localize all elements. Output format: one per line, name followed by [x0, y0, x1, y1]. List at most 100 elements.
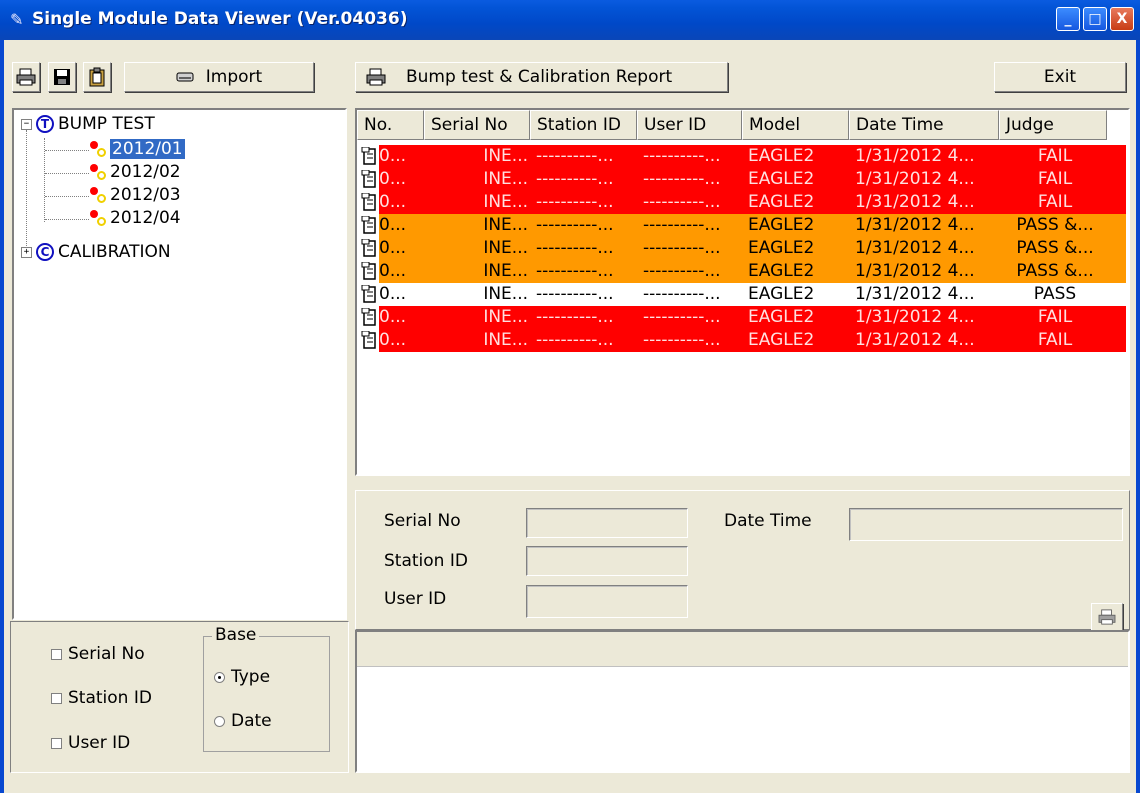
serial-checkbox[interactable]	[51, 648, 62, 660]
document-icon	[361, 147, 376, 165]
cell-model: EAGLE2	[748, 146, 815, 166]
filter-station[interactable]: Station ID	[51, 688, 152, 708]
cell-judge: FAIL	[1037, 330, 1073, 350]
import-label: Import	[205, 67, 263, 87]
cell-user: ----------...	[643, 330, 721, 350]
station-checkbox[interactable]	[51, 692, 62, 704]
cell-datetime: 1/31/2012 4...	[855, 238, 975, 258]
cell-judge: PASS &...	[1016, 238, 1094, 258]
table-row[interactable]: 0... INE... ----------... ----------... EAGL…	[357, 214, 1126, 237]
cell-station: ----------...	[536, 307, 614, 327]
detail-user-field[interactable]	[526, 585, 688, 618]
document-icon	[361, 308, 376, 326]
column-header[interactable]: Judge	[999, 110, 1107, 140]
cell-datetime: 1/31/2012 4...	[855, 146, 975, 166]
minimize-button[interactable]: _	[1056, 7, 1080, 31]
column-header[interactable]: Date Time	[849, 110, 999, 140]
cell-model: EAGLE2	[748, 284, 815, 304]
tree-node-bump-test[interactable]: − T BUMP TEST	[21, 114, 155, 134]
cell-datetime: 1/31/2012 4...	[855, 192, 975, 212]
base-type-option[interactable]: Type	[214, 667, 270, 687]
close-button[interactable]: X	[1110, 7, 1134, 31]
floppy-disk-icon	[54, 69, 70, 85]
cell-datetime: 1/31/2012 4...	[855, 215, 975, 235]
cell-user: ----------...	[643, 169, 721, 189]
table-row[interactable]: 0... INE... ----------... ----------... EAGL…	[357, 329, 1126, 352]
cell-user: ----------...	[643, 215, 721, 235]
base-date-option[interactable]: Date	[214, 711, 272, 731]
cell-datetime: 1/31/2012 4...	[855, 169, 975, 189]
column-header[interactable]: Station ID	[530, 110, 637, 140]
collapse-toggle-icon[interactable]: −	[21, 118, 32, 130]
bump-record-icon	[88, 208, 108, 228]
cell-judge: FAIL	[1037, 192, 1073, 212]
table-row[interactable]: 0... INE... ----------... ----------... EAGL…	[357, 145, 1126, 168]
detail-user-label: User ID	[384, 589, 447, 609]
cell-user: ----------...	[643, 284, 721, 304]
cell-no: 0...	[379, 261, 407, 281]
cell-model: EAGLE2	[748, 192, 815, 212]
filter-serial-label: Serial No	[68, 644, 145, 664]
cell-model: EAGLE2	[748, 261, 815, 281]
cell-station: ----------...	[536, 261, 614, 281]
detail-datetime-field[interactable]	[849, 508, 1123, 541]
column-header[interactable]: Model	[742, 110, 849, 140]
filter-user-label: User ID	[68, 733, 131, 753]
cell-user: ----------...	[643, 192, 721, 212]
table-row[interactable]: 0... INE... ----------... ----------... EAGL…	[357, 260, 1126, 283]
tree-node-month-4[interactable]: 2012/04	[88, 208, 181, 228]
printer-icon	[366, 68, 386, 86]
expand-toggle-icon[interactable]: +	[21, 246, 32, 258]
base-groupbox: Base Type Date	[203, 625, 330, 752]
filter-user[interactable]: User ID	[51, 733, 130, 753]
column-header[interactable]: No.	[357, 110, 424, 140]
cell-user: ----------...	[643, 238, 721, 258]
tree-node-calibration[interactable]: + C CALIBRATION	[21, 242, 171, 262]
detail-print-button[interactable]	[1091, 603, 1123, 631]
report-button[interactable]: Bump test & Calibration Report	[355, 62, 728, 92]
cell-serial: INE...	[483, 146, 528, 166]
table-row[interactable]: 0... INE... ----------... ----------... EAGL…	[357, 237, 1126, 260]
cell-judge: FAIL	[1037, 169, 1073, 189]
detail-serial-field[interactable]	[526, 508, 688, 538]
cell-no: 0...	[379, 238, 407, 258]
table-row[interactable]: 0... INE... ----------... ----------... EAGL…	[357, 191, 1126, 214]
cell-model: EAGLE2	[748, 307, 815, 327]
cell-datetime: 1/31/2012 4...	[855, 261, 975, 281]
clipboard-button[interactable]	[83, 62, 111, 92]
cell-serial: INE...	[483, 261, 528, 281]
calibration-label: CALIBRATION	[58, 242, 171, 262]
tree-node-month-3[interactable]: 2012/03	[88, 185, 181, 205]
clipboard-icon	[89, 67, 105, 87]
cell-serial: INE...	[483, 192, 528, 212]
type-radio[interactable]	[214, 671, 225, 683]
table-row[interactable]: 0... INE... ----------... ----------... EAGL…	[357, 168, 1126, 191]
detail-station-field[interactable]	[526, 546, 688, 576]
import-button[interactable]: Import	[124, 62, 314, 92]
exit-button[interactable]: Exit	[994, 62, 1126, 92]
date-radio[interactable]	[214, 715, 225, 727]
filter-serial[interactable]: Serial No	[51, 644, 145, 664]
maximize-button[interactable]: □	[1083, 7, 1107, 31]
cell-model: EAGLE2	[748, 330, 815, 350]
cell-no: 0...	[379, 146, 407, 166]
print-button[interactable]	[12, 62, 40, 92]
table-row[interactable]: 0... INE... ----------... ----------... EAGL…	[357, 283, 1126, 306]
cell-judge: PASS &...	[1016, 261, 1094, 281]
cell-station: ----------...	[536, 215, 614, 235]
cell-judge: PASS	[1033, 284, 1077, 304]
tree-node-month-1[interactable]: 2012/01	[88, 139, 185, 159]
cell-datetime: 1/31/2012 4...	[855, 307, 975, 327]
filter-panel: Serial No Station ID User ID Base Type D…	[10, 621, 349, 773]
cell-no: 0...	[379, 192, 407, 212]
column-header[interactable]: User ID	[637, 110, 742, 140]
tree-node-month-2[interactable]: 2012/02	[88, 162, 181, 182]
save-button[interactable]	[48, 62, 76, 92]
bump-record-icon	[88, 139, 108, 159]
cell-no: 0...	[379, 330, 407, 350]
cell-user: ----------...	[643, 146, 721, 166]
cell-model: EAGLE2	[748, 238, 815, 258]
table-row[interactable]: 0... INE... ----------... ----------... EAGL…	[357, 306, 1126, 329]
user-checkbox[interactable]	[51, 737, 62, 749]
column-header[interactable]: Serial No	[424, 110, 530, 140]
